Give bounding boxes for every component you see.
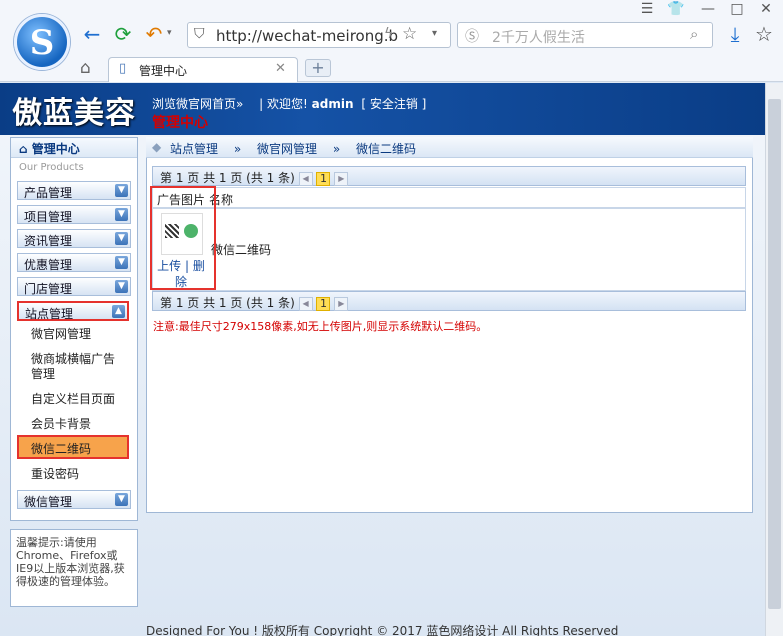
sidebar-subtitle: Our Products bbox=[19, 162, 84, 173]
row-name: 微信二维码 bbox=[211, 243, 272, 257]
submenu-custom-page[interactable]: 自定义栏目页面 bbox=[31, 392, 131, 407]
favorites-icon[interactable]: ☆ bbox=[752, 22, 776, 46]
menu-offers[interactable]: 优惠管理 ▼ bbox=[17, 253, 131, 272]
tab-title: 管理中心 bbox=[139, 64, 188, 78]
pager-top: 第 1 页 共 1 页 (共 1 条) ◀ 1 ▶ bbox=[152, 166, 746, 186]
chevron-down-icon: ▼ bbox=[115, 232, 128, 245]
menu-wechat[interactable]: 微信管理 ▼ bbox=[17, 490, 131, 509]
menu-icon[interactable]: ☰ bbox=[633, 0, 661, 18]
chevron-up-icon: ▲ bbox=[112, 305, 125, 318]
sidebar-title: ⌂ 管理中心 bbox=[11, 138, 137, 158]
table-header: 广告图片 名称 bbox=[152, 187, 746, 208]
page-number[interactable]: 1 bbox=[316, 171, 331, 186]
breadcrumb-sep: » bbox=[233, 142, 242, 156]
pager-text: 第 1 页 共 1 页 (共 1 条) bbox=[160, 171, 295, 185]
star-icon[interactable]: ☆ bbox=[402, 24, 417, 44]
chevron-down-icon: ▼ bbox=[115, 493, 128, 506]
breadcrumb-qrcode: 微信二维码 bbox=[356, 142, 417, 156]
sidebar: ⌂ 管理中心 Our Products 产品管理 ▼ 项目管理 ▼ 资讯管理 ▼ 优惠… bbox=[10, 137, 138, 521]
page-number[interactable]: 1 bbox=[316, 296, 331, 311]
username: admin bbox=[311, 97, 354, 111]
tab-admin[interactable]: ▯ 管理中心 ✕ bbox=[108, 57, 298, 82]
shield-icon: ⛉ bbox=[194, 26, 205, 42]
highlight-box bbox=[150, 186, 216, 290]
maximize-button[interactable]: □ bbox=[723, 0, 751, 18]
dropdown-icon[interactable]: ▾ bbox=[432, 28, 437, 39]
breadcrumb-icon: ◆ bbox=[152, 140, 162, 154]
menu-stores[interactable]: 门店管理 ▼ bbox=[17, 277, 131, 296]
breadcrumb-sep: » bbox=[332, 142, 341, 156]
submenu-qrcode[interactable]: 微信二维码 bbox=[17, 435, 129, 459]
prev-page-icon[interactable]: ◀ bbox=[298, 171, 313, 186]
submenu-card-bg[interactable]: 会员卡背景 bbox=[31, 417, 131, 432]
address-bar[interactable]: ⛉ http://wechat-meirong.b ϟ ☆ ▾ bbox=[187, 22, 451, 48]
undo-icon[interactable]: ↶ bbox=[142, 22, 166, 46]
chevron-down-icon: ▼ bbox=[115, 280, 128, 293]
header-subtitle: 管理中心 bbox=[152, 115, 208, 131]
search-input[interactable]: Ⓢ 2千万人假生活 ⌕ bbox=[457, 22, 713, 48]
menu-products[interactable]: 产品管理 ▼ bbox=[17, 181, 131, 200]
search-icon[interactable]: ⌕ bbox=[690, 25, 698, 43]
submenu-microsite[interactable]: 微官网管理 bbox=[31, 327, 131, 342]
page-icon: ▯ bbox=[119, 61, 127, 76]
submenu-reset-password[interactable]: 重设密码 bbox=[31, 467, 131, 482]
home-small-icon: ⌂ bbox=[19, 142, 32, 156]
search-placeholder: 2千万人假生活 bbox=[492, 30, 585, 46]
next-page-icon[interactable]: ▶ bbox=[334, 296, 349, 311]
header-links: 浏览微官网首页» | 欢迎您! admin [ 安全注销 ] bbox=[152, 95, 426, 112]
home-icon[interactable]: ⌂ bbox=[80, 58, 91, 78]
chevron-down-icon: ▼ bbox=[115, 256, 128, 269]
menu-projects[interactable]: 项目管理 ▼ bbox=[17, 205, 131, 224]
browser-logo-icon: S bbox=[14, 14, 70, 70]
prev-page-icon[interactable]: ◀ bbox=[298, 296, 313, 311]
address-url[interactable]: http://wechat-meirong.b bbox=[216, 27, 398, 45]
refresh-icon[interactable]: ⟳ bbox=[111, 22, 135, 46]
breadcrumb-site[interactable]: 站点管理 bbox=[170, 142, 218, 156]
vertical-scrollbar[interactable] bbox=[765, 83, 783, 636]
pager-bottom: 第 1 页 共 1 页 (共 1 条) ◀ 1 ▶ bbox=[152, 291, 746, 311]
hint-box: 温馨提示:请使用Chrome、Firefox或IE9以上版本浏览器,获得极速的管… bbox=[10, 529, 138, 607]
search-engine-icon[interactable]: Ⓢ bbox=[465, 26, 479, 46]
chevron-down-icon: ▼ bbox=[115, 208, 128, 221]
menu-news[interactable]: 资讯管理 ▼ bbox=[17, 229, 131, 248]
skin-icon[interactable]: 👕 bbox=[662, 0, 690, 18]
size-note: 注意:最佳尺寸279x158像素,如无上传图片,则显示系统默认二维码。 bbox=[153, 320, 488, 333]
scroll-thumb[interactable] bbox=[768, 99, 781, 609]
chevron-down-icon: ▼ bbox=[115, 184, 128, 197]
pager-text: 第 1 页 共 1 页 (共 1 条) bbox=[160, 296, 295, 310]
table-row: 微信二维码 上传 | 删除 bbox=[152, 208, 746, 291]
menu-site[interactable]: 站点管理 ▲ bbox=[17, 301, 129, 321]
minimize-button[interactable]: — bbox=[694, 0, 722, 18]
undo-dropdown-icon[interactable]: ▾ bbox=[167, 28, 172, 38]
next-page-icon[interactable]: ▶ bbox=[334, 171, 349, 186]
welcome-text: | 欢迎您! bbox=[259, 97, 308, 111]
close-window-button[interactable]: ✕ bbox=[752, 0, 780, 18]
logout-link[interactable]: [ 安全注销 ] bbox=[361, 97, 426, 111]
lightning-icon[interactable]: ϟ bbox=[384, 26, 393, 42]
footer: Designed For You ! 版权所有 Copyright © 2017… bbox=[146, 624, 619, 636]
breadcrumb: ◆ 站点管理 » 微官网管理 » 微信二维码 bbox=[146, 137, 753, 158]
breadcrumb-microsite[interactable]: 微官网管理 bbox=[257, 142, 317, 156]
download-icon[interactable]: ⤓ bbox=[723, 22, 747, 46]
browse-home-link[interactable]: 浏览微官网首页» bbox=[152, 97, 243, 111]
submenu-banner[interactable]: 微商城横幅广告管理 bbox=[31, 352, 123, 382]
back-arrow-icon[interactable]: ← bbox=[80, 22, 104, 46]
close-tab-icon[interactable]: ✕ bbox=[275, 61, 286, 76]
new-tab-button[interactable]: + bbox=[305, 59, 331, 77]
brand-logo: 傲蓝美容 bbox=[12, 96, 136, 131]
